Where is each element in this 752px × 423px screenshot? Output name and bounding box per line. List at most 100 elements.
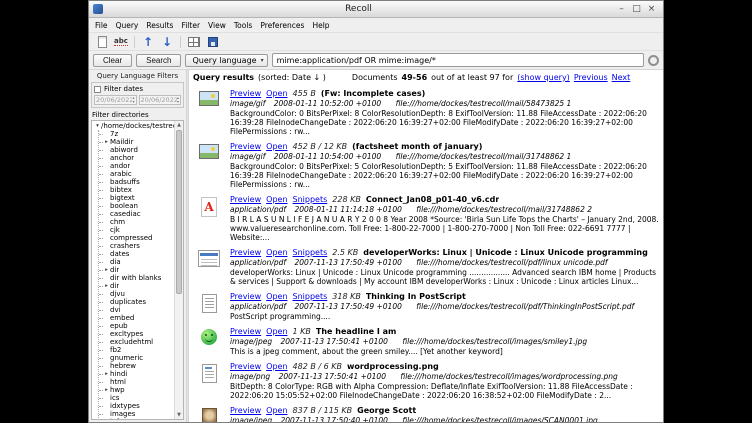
result-thumbnail[interactable] (193, 248, 225, 286)
filter-dates-checkbox[interactable] (94, 86, 101, 93)
tree-item-bibtex[interactable]: bibtex (99, 186, 174, 194)
sort-newest-first-icon[interactable]: ↓ (159, 34, 175, 49)
scrollbar-track[interactable] (175, 129, 183, 411)
menu-help[interactable]: Help (308, 20, 333, 31)
tree-item-fb2[interactable]: fb2 (99, 346, 174, 354)
tree-item-7z[interactable]: 7z (99, 130, 174, 138)
result-link-preview[interactable]: Preview (230, 327, 261, 336)
tree-item-excludehtml[interactable]: excludehtml (99, 338, 174, 346)
tree-item-arabic[interactable]: arabic (99, 170, 174, 178)
tree-item-dvi[interactable]: dvi (99, 306, 174, 314)
date-from-field[interactable]: 20/06/2022 ▴ ▾ (94, 95, 137, 105)
result-link-preview[interactable]: Preview (230, 362, 261, 371)
next-page-link[interactable]: Next (612, 73, 631, 82)
table-view-icon[interactable] (186, 34, 202, 49)
result-link-preview[interactable]: Preview (230, 195, 261, 204)
tree-item-hwp[interactable]: ▸hwp (99, 386, 174, 394)
tree-item-dia[interactable]: dia (99, 258, 174, 266)
search-mode-select[interactable]: Query language ▾ (185, 54, 267, 67)
menu-view[interactable]: View (204, 20, 230, 31)
document-icon[interactable] (94, 34, 110, 49)
result-thumbnail[interactable] (193, 142, 225, 189)
scroll-up-icon[interactable]: ▲ (175, 121, 183, 129)
tree-item-maildir[interactable]: ▸Maildir (99, 138, 174, 146)
tree-item-cjk[interactable]: cjk (99, 226, 174, 234)
menu-filter[interactable]: Filter (177, 20, 204, 31)
tree-item-ics[interactable]: ics (99, 394, 174, 402)
tree-item-images[interactable]: images (99, 410, 174, 418)
result-link-open[interactable]: Open (266, 292, 287, 301)
expand-icon[interactable]: ▸ (103, 386, 110, 394)
result-link-snippets[interactable]: Snippets (293, 248, 328, 257)
expand-icon[interactable]: ▸ (103, 370, 110, 378)
tree-item-dir[interactable]: ▸dir (99, 282, 174, 290)
tree-item-dir[interactable]: ▸dir (99, 266, 174, 274)
result-link-open[interactable]: Open (266, 362, 287, 371)
result-thumbnail[interactable] (193, 327, 225, 356)
tree-item-hindi[interactable]: ▸hindi (99, 370, 174, 378)
spin-down-icon[interactable]: ▾ (177, 100, 179, 104)
tree-item-hebrew[interactable]: hebrew (99, 362, 174, 370)
tree-item-crashers[interactable]: crashers (99, 242, 174, 250)
tree-item-abiword[interactable]: abiword (99, 146, 174, 154)
show-query-link[interactable]: (show query) (517, 73, 570, 82)
tree-item-idxtypes[interactable]: idxtypes (99, 402, 174, 410)
menu-tools[interactable]: Tools (230, 20, 256, 31)
result-link-open[interactable]: Open (266, 89, 287, 98)
tree-item-compressed[interactable]: compressed (99, 234, 174, 242)
collapse-icon[interactable]: ▾ (94, 122, 101, 130)
tree-item-excltypes[interactable]: excltypes (99, 330, 174, 338)
tree-item-casediac[interactable]: casediac (99, 210, 174, 218)
result-link-open[interactable]: Open (266, 327, 287, 336)
tree-item-html[interactable]: html (99, 378, 174, 386)
expand-icon[interactable]: ▸ (103, 282, 110, 290)
tree-item-badsuffs[interactable]: badsuffs (99, 178, 174, 186)
menu-query[interactable]: Query (112, 20, 143, 31)
tree-item-info[interactable]: info (99, 418, 174, 419)
maximize-button[interactable]: □ (629, 2, 644, 17)
query-input[interactable] (272, 53, 644, 67)
tree-item-gnumeric[interactable]: gnumeric (99, 354, 174, 362)
result-link-preview[interactable]: Preview (230, 248, 261, 257)
date-to-field[interactable]: 20/06/2022 ▴ ▾ (139, 95, 182, 105)
result-thumbnail[interactable] (193, 362, 225, 400)
tree-item-djvu[interactable]: djvu (99, 290, 174, 298)
previous-page-link[interactable]: Previous (574, 73, 608, 82)
expand-icon[interactable]: ▸ (103, 138, 110, 146)
menu-results[interactable]: Results (142, 20, 177, 31)
clear-button[interactable]: Clear (93, 54, 132, 67)
tree-item-chm[interactable]: chm (99, 218, 174, 226)
result-link-snippets[interactable]: Snippets (293, 195, 328, 204)
save-query-icon[interactable] (205, 34, 221, 49)
result-thumbnail[interactable] (193, 406, 225, 422)
result-thumbnail[interactable] (193, 195, 225, 242)
tree-item-dir-with-blanks[interactable]: dir with blanks (99, 274, 174, 282)
close-button[interactable]: × (644, 2, 659, 17)
expand-icon[interactable]: ▸ (103, 266, 110, 274)
titlebar[interactable]: Recoll – □ × (89, 1, 663, 18)
term-explorer-icon[interactable]: abc (113, 34, 129, 49)
spinner-icons[interactable]: ▴ ▾ (177, 96, 179, 104)
tree-item-anchor[interactable]: anchor (99, 154, 174, 162)
tree-item-duplicates[interactable]: duplicates (99, 298, 174, 306)
tree-item-andor[interactable]: andor (99, 162, 174, 170)
minimize-button[interactable]: – (614, 2, 629, 17)
result-link-preview[interactable]: Preview (230, 406, 261, 415)
menu-file[interactable]: File (91, 20, 112, 31)
scroll-down-icon[interactable]: ▼ (175, 411, 183, 419)
result-link-preview[interactable]: Preview (230, 142, 261, 151)
result-link-open[interactable]: Open (266, 195, 287, 204)
tree-item-epub[interactable]: epub (99, 322, 174, 330)
result-link-snippets[interactable]: Snippets (293, 292, 328, 301)
tree-item-dates[interactable]: dates (99, 250, 174, 258)
tree-item-boolean[interactable]: boolean (99, 202, 174, 210)
tree-scrollbar[interactable]: ▲ ▼ (174, 121, 183, 419)
spin-down-icon[interactable]: ▾ (132, 100, 134, 104)
result-link-preview[interactable]: Preview (230, 89, 261, 98)
result-link-preview[interactable]: Preview (230, 292, 261, 301)
tree-item-embed[interactable]: embed (99, 314, 174, 322)
tree-item-bigtext[interactable]: bigtext (99, 194, 174, 202)
search-button[interactable]: Search (136, 54, 181, 67)
result-link-open[interactable]: Open (266, 142, 287, 151)
tree-root-item[interactable]: ▾ /home/dockes/testrecoll (94, 122, 174, 130)
